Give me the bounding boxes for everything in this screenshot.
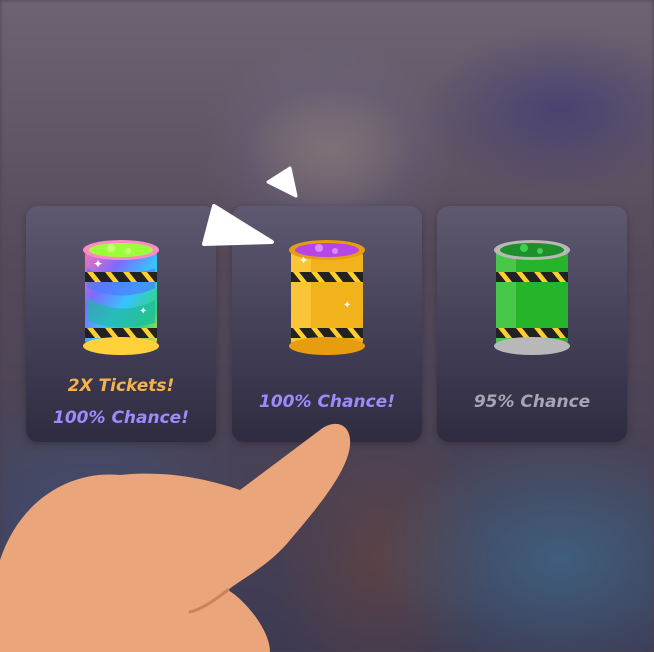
chance-text: 100% Chance! — [259, 392, 395, 412]
pointer-arrow-icon — [202, 204, 274, 246]
svg-text:✦: ✦ — [139, 306, 147, 317]
green-slime-can-icon — [494, 240, 570, 355]
tickets-bonus-text: 2X Tickets! — [67, 376, 175, 396]
svg-text:✦: ✦ — [343, 300, 351, 311]
option-card-green[interactable]: 95% Chance — [437, 206, 627, 442]
chance-text: 95% Chance — [473, 392, 591, 412]
option-card-rainbow[interactable]: ✦ ✦ 2X Tickets! 100% Chance! — [26, 206, 216, 442]
svg-text:✦: ✦ — [93, 257, 103, 271]
gold-slime-can-icon: ✦ ✦ — [289, 240, 365, 355]
chance-text: 100% Chance! — [53, 408, 189, 428]
pointer-arrow-small-icon — [266, 166, 298, 198]
rainbow-slime-can-icon: ✦ ✦ — [83, 240, 159, 355]
svg-text:✦: ✦ — [299, 254, 308, 267]
